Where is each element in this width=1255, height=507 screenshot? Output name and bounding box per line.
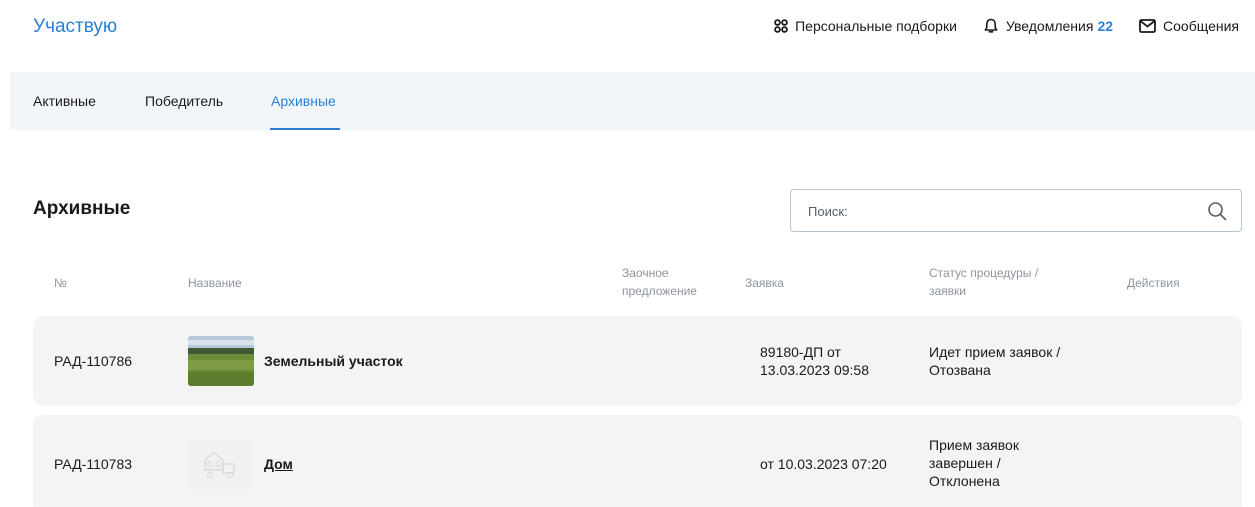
column-header-offer: Заочное предложение [622, 264, 697, 300]
tab-archived[interactable]: Архивные [271, 93, 336, 109]
lot-photo-field[interactable] [188, 336, 254, 386]
table-row: РАД-110783 Дом от 10.03.2023 07:20 Прием… [33, 415, 1242, 507]
messages-link[interactable]: Сообщения [1139, 18, 1239, 34]
envelope-icon [1139, 19, 1156, 33]
bell-icon [984, 18, 998, 33]
column-header-status: Статус процедуры / заявки [929, 264, 1038, 300]
notifications-link[interactable]: Уведомления 22 [983, 18, 1113, 34]
messages-label: Сообщения [1163, 18, 1239, 34]
status-info: Идет прием заявок / Отозвана [929, 343, 1060, 379]
page-title: Архивные [33, 198, 131, 219]
table-row: РАД-110786 Земельный участок 89180-ДП от… [33, 316, 1242, 406]
field-photo-image [188, 336, 254, 386]
brand-title[interactable]: Участвую [33, 16, 117, 38]
personal-selections-link[interactable]: Персональные подборки [774, 18, 957, 34]
personal-selections-label: Персональные подборки [795, 18, 957, 34]
tab-winner[interactable]: Победитель [145, 93, 223, 109]
search-icon[interactable] [1207, 201, 1227, 221]
status-line1: Идет прием заявок / [929, 344, 1061, 360]
notifications-label: Уведомления [1005, 18, 1094, 34]
status-info: Прием заявок завершен / Отклонена [929, 436, 1019, 490]
column-header-number: № [54, 276, 67, 290]
column-header-status-line2: заявки [929, 284, 967, 298]
lot-name-link[interactable]: Земельный участок [264, 352, 403, 370]
column-header-status-line1: Статус процедуры / [929, 266, 1039, 280]
tabs-bar: Активные Победитель Архивные [10, 72, 1255, 130]
search-box [790, 189, 1242, 232]
column-header-name: Название [188, 276, 242, 290]
column-header-offer-line1: Заочное [622, 266, 669, 280]
column-header-actions: Действия [1127, 276, 1180, 290]
house-placeholder-icon [188, 440, 254, 490]
application-line1: 89180-ДП от [760, 344, 841, 360]
lot-photo-house-placeholder[interactable] [188, 440, 254, 490]
status-line1: Прием заявок [929, 437, 1019, 453]
active-tab-indicator [270, 128, 340, 130]
status-line2: завершен / [929, 455, 1001, 471]
application-line2: 13.03.2023 09:58 [760, 362, 869, 378]
top-bar: Участвую Персональные подборки Уведомлен… [0, 0, 1255, 58]
status-line3: Отклонена [929, 473, 1000, 489]
search-input[interactable] [808, 201, 1188, 221]
lot-name-link[interactable]: Дом [264, 455, 293, 473]
column-header-offer-line2: предложение [622, 284, 697, 298]
procedure-number: РАД-110783 [54, 456, 133, 472]
top-actions: Персональные подборки Уведомления 22 Соо… [748, 18, 1239, 34]
tab-active[interactable]: Активные [33, 93, 96, 109]
dots-grid-icon [774, 19, 788, 33]
column-header-application: Заявка [745, 276, 784, 290]
notifications-count-badge: 22 [1097, 18, 1114, 34]
application-info: от 10.03.2023 07:20 [760, 456, 887, 472]
procedure-number: РАД-110786 [54, 353, 133, 369]
application-info: 89180-ДП от 13.03.2023 09:58 [760, 343, 869, 379]
status-line2: Отозвана [929, 362, 991, 378]
